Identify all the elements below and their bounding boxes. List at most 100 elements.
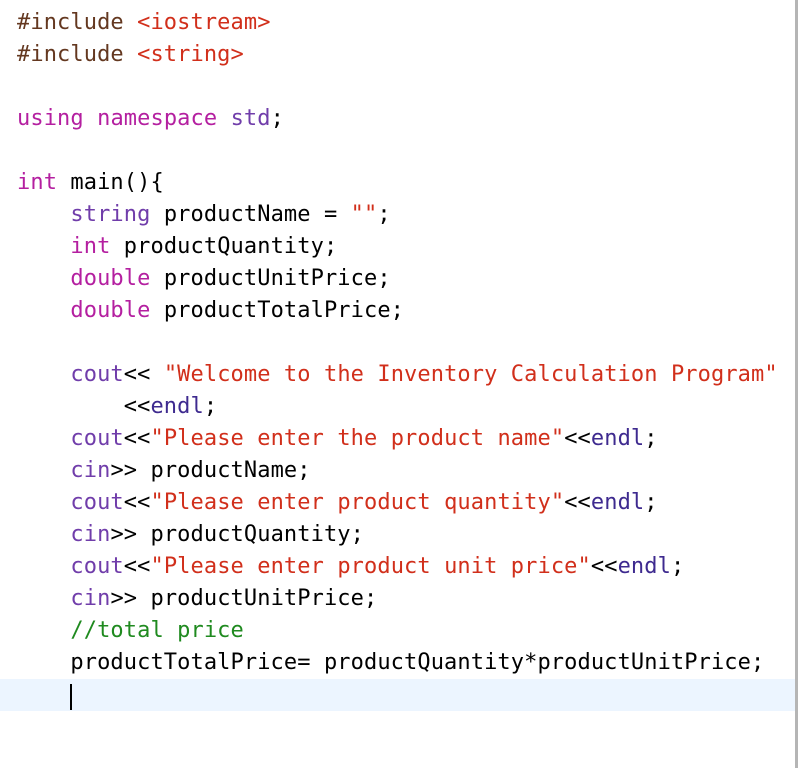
code-line[interactable]: cin>> productUnitPrice; xyxy=(0,583,796,615)
code-token: ; xyxy=(644,490,658,515)
code-token: >> productQuantity; xyxy=(110,522,364,547)
code-token: <iostream> xyxy=(137,10,271,35)
code-token: productName = xyxy=(150,202,351,227)
code-token: endl xyxy=(590,426,645,451)
code-line[interactable]: int productQuantity; xyxy=(0,231,796,263)
code-line-text: cout<<"Please enter product unit price"<… xyxy=(17,551,684,583)
code-token: ; xyxy=(670,554,685,579)
code-line[interactable]: string productName = ""; xyxy=(0,199,796,231)
code-token: << xyxy=(123,490,151,515)
code-line-text xyxy=(17,679,70,711)
code-token: int xyxy=(70,234,111,259)
code-token: cin xyxy=(70,586,111,611)
code-token: cout xyxy=(70,426,124,451)
code-line[interactable]: double productUnitPrice; xyxy=(0,263,796,295)
code-line[interactable] xyxy=(0,135,796,167)
code-token: int xyxy=(17,170,58,195)
code-line-text: cin>> productQuantity; xyxy=(17,519,364,551)
code-token: string xyxy=(70,202,151,227)
code-line-text: productTotalPrice= productQuantity*produ… xyxy=(17,647,764,679)
code-line-text: double productTotalPrice; xyxy=(17,295,404,327)
code-line[interactable]: double productTotalPrice; xyxy=(0,295,796,327)
code-token: <string> xyxy=(137,42,244,67)
code-token: std xyxy=(230,106,271,131)
code-token: cout xyxy=(70,490,124,515)
code-editor[interactable]: #include <iostream> #include <string> usin… xyxy=(0,0,796,768)
code-token: using xyxy=(17,106,84,131)
code-token: ; xyxy=(644,426,658,451)
code-token: #include xyxy=(17,42,138,67)
code-line[interactable]: productTotalPrice= productQuantity*produ… xyxy=(0,647,796,679)
code-line-text: //total price xyxy=(17,615,244,647)
code-line-text: cout<<"Please enter the product name"<<e… xyxy=(17,423,658,455)
code-line-text: string productName = ""; xyxy=(17,199,391,231)
code-line-text: cin>> productName; xyxy=(17,455,311,487)
code-token: productUnitPrice; xyxy=(150,266,391,291)
code-line[interactable]: <<endl; xyxy=(0,391,796,423)
code-line[interactable]: #include <string> xyxy=(0,39,796,71)
code-line[interactable]: #include <iostream> xyxy=(0,7,796,39)
code-token: ; xyxy=(377,202,391,227)
code-line[interactable]: cout<<"Please enter the product name"<<e… xyxy=(0,423,796,455)
code-token: ; xyxy=(270,106,284,131)
code-line-text: cout<< "Welcome to the Inventory Calcula… xyxy=(17,359,778,391)
code-token: double xyxy=(70,298,151,323)
code-line-text: cin>> productUnitPrice; xyxy=(17,583,377,615)
code-line[interactable]: cout<<"Please enter product quantity"<<e… xyxy=(0,487,796,519)
code-token: ; xyxy=(203,394,218,419)
code-token: "Please enter product quantity" xyxy=(150,490,565,515)
code-line[interactable]: cin>> productQuantity; xyxy=(0,519,796,551)
text-cursor xyxy=(70,684,72,710)
code-line[interactable]: cout<<"Please enter product unit price"<… xyxy=(0,551,796,583)
code-line-text: double productUnitPrice; xyxy=(17,263,391,295)
code-line[interactable] xyxy=(0,71,796,103)
code-token: "Please enter product unit price" xyxy=(150,554,591,579)
code-token: << xyxy=(123,362,164,387)
code-token: >> productName; xyxy=(110,458,311,483)
code-line[interactable]: using namespace std; xyxy=(0,103,796,135)
code-token: namespace xyxy=(97,106,218,131)
code-line[interactable]: cin>> productName; xyxy=(0,455,796,487)
code-token: >> productUnitPrice; xyxy=(110,586,378,611)
code-token: << xyxy=(123,426,151,451)
code-token: "" xyxy=(350,202,378,227)
code-token: << xyxy=(564,426,591,451)
code-line-text: using namespace std; xyxy=(17,103,284,135)
code-line[interactable]: int main(){ xyxy=(0,167,796,199)
code-token: endl xyxy=(617,554,671,579)
code-line[interactable]: //total price xyxy=(0,615,796,647)
code-token: << xyxy=(590,554,618,579)
code-token: << xyxy=(564,490,591,515)
code-line-text: #include <iostream> xyxy=(17,7,271,39)
code-token: main(){ xyxy=(57,170,164,195)
code-line[interactable]: cout<< "Welcome to the Inventory Calcula… xyxy=(0,359,796,391)
code-token: productTotalPrice; xyxy=(150,298,405,323)
current-code-line[interactable] xyxy=(0,679,796,711)
code-token: productQuantity; xyxy=(110,234,338,259)
code-line-text: #include <string> xyxy=(17,39,244,71)
code-token: productTotalPrice= productQuantity*produ… xyxy=(17,650,765,675)
code-token: cout xyxy=(70,554,124,579)
code-token: cout xyxy=(70,362,124,387)
code-token: cin xyxy=(70,522,111,547)
code-token: endl xyxy=(150,394,204,419)
code-token: cin xyxy=(70,458,111,483)
code-token: << xyxy=(17,394,151,419)
code-token: "Welcome to the Inventory Calculation Pr… xyxy=(163,362,778,387)
code-token: endl xyxy=(590,490,645,515)
code-line[interactable] xyxy=(0,327,796,359)
code-token: //total price xyxy=(70,618,244,643)
